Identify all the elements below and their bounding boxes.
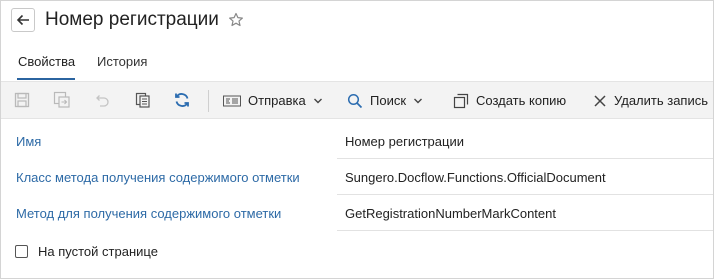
save-icon <box>14 92 30 108</box>
save-and-close-icon <box>53 91 70 108</box>
send-dropdown-button[interactable]: Отправка <box>223 82 323 119</box>
search-icon <box>347 93 363 108</box>
property-label: Метод для получения содержимого отметки <box>16 206 282 221</box>
chevron-down-icon <box>313 98 322 103</box>
refresh-icon <box>175 93 189 107</box>
undo-button[interactable] <box>93 91 111 109</box>
toolbar-separator <box>208 90 209 112</box>
property-row-mark-method: Метод для получения содержимого отметки … <box>1 196 713 232</box>
undo-icon <box>96 95 109 107</box>
chevron-down-icon <box>414 98 423 103</box>
property-row-name: Имя Номер регистрации <box>1 124 713 160</box>
arrow-left-icon <box>16 14 29 26</box>
send-icon <box>223 95 241 106</box>
toolbar: Отправка Поиск Создать копию Удалить зап… <box>1 81 713 119</box>
property-value: Sungero.Docflow.Functions.OfficialDocume… <box>345 170 606 185</box>
active-tab-indicator <box>17 78 75 80</box>
property-label: Имя <box>16 134 42 149</box>
delete-record-label: Удалить запись <box>614 93 709 108</box>
property-value: Номер регистрации <box>345 134 464 149</box>
refresh-button[interactable] <box>173 91 191 109</box>
tab-bar: Свойства История <box>1 49 713 81</box>
on-blank-page-option[interactable]: На пустой странице <box>15 242 158 260</box>
copy-icon <box>453 93 469 108</box>
tab-history[interactable]: История <box>97 54 147 69</box>
on-blank-page-checkbox[interactable] <box>15 244 28 258</box>
back-button[interactable] <box>11 8 35 32</box>
send-label: Отправка <box>248 93 306 108</box>
close-icon <box>594 94 606 107</box>
property-value-field[interactable]: Номер регистрации <box>337 124 713 159</box>
tab-properties[interactable]: Свойства <box>18 54 75 69</box>
save-and-close-button[interactable] <box>53 91 71 109</box>
star-outline-icon <box>228 12 243 27</box>
property-value-field[interactable]: GetRegistrationNumberMarkContent <box>337 196 713 231</box>
page-title: Номер регистрации <box>45 9 219 30</box>
delete-record-button[interactable]: Удалить запись <box>593 82 708 119</box>
create-copy-button[interactable]: Создать копию <box>453 82 566 119</box>
copy-pages-button[interactable] <box>134 91 152 109</box>
favorite-button[interactable] <box>228 12 244 28</box>
card-header: Номер регистрации <box>11 7 244 33</box>
property-label: Класс метода получения содержимого отмет… <box>16 170 300 185</box>
property-value-field[interactable]: Sungero.Docflow.Functions.OfficialDocume… <box>337 160 713 195</box>
save-button[interactable] <box>13 91 31 109</box>
copy-pages-icon <box>135 92 150 108</box>
create-copy-label: Создать копию <box>476 93 567 108</box>
checkbox-label: На пустой странице <box>38 243 158 259</box>
card-window: Номер регистрации Свойства История Отпра… <box>0 0 714 279</box>
search-label: Поиск <box>370 93 407 108</box>
search-dropdown-button[interactable]: Поиск <box>347 82 423 119</box>
property-row-mark-method-class: Класс метода получения содержимого отмет… <box>1 160 713 196</box>
property-value: GetRegistrationNumberMarkContent <box>345 206 556 221</box>
